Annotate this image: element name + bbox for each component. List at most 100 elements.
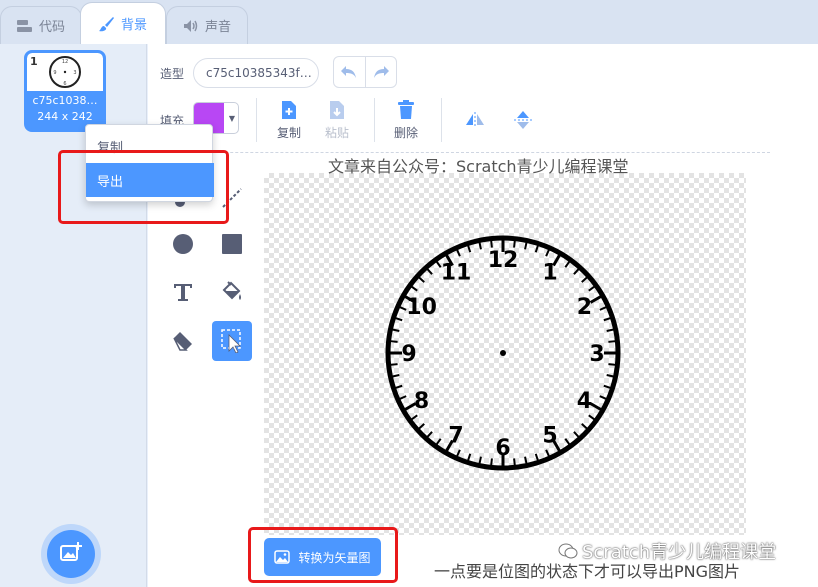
line-tool[interactable] <box>212 178 252 218</box>
brush-icon <box>98 16 115 31</box>
image-icon <box>274 550 291 564</box>
rectangle-tool[interactable] <box>212 224 252 264</box>
paint-canvas[interactable]: 12 1 2 3 4 5 6 7 8 9 10 11 <box>264 173 746 535</box>
undo-button[interactable] <box>334 57 366 87</box>
clock-number: 7 <box>448 423 463 448</box>
clock-number: 5 <box>542 423 557 448</box>
costume-name-input[interactable]: c75c10385343f… <box>193 58 319 88</box>
code-blocks-icon <box>16 19 33 33</box>
delete-button[interactable]: 删除 <box>382 100 430 141</box>
clock-tick <box>390 340 398 343</box>
flip-horizontal-icon <box>466 112 484 128</box>
brand-text: Scratch青少儿编程课堂 <box>582 542 777 563</box>
paint-bucket-icon <box>222 281 241 300</box>
clock-tick <box>608 363 616 366</box>
copy-icon <box>282 101 296 119</box>
paste-button[interactable]: 粘贴 <box>313 100 361 141</box>
svg-text:3: 3 <box>73 70 76 76</box>
clock-tick <box>456 249 461 257</box>
clock-tick <box>410 285 418 292</box>
copy-label: 复制 <box>276 126 301 140</box>
add-backdrop-icon <box>60 542 82 566</box>
context-menu-export[interactable]: 导出 <box>86 163 214 197</box>
backdrop-size: 244 x 242 <box>37 110 93 123</box>
clock-tick <box>392 374 400 378</box>
svg-text:12: 12 <box>62 59 68 65</box>
clock-tick <box>581 276 588 283</box>
clock-tick <box>490 240 493 248</box>
clock-tick <box>399 395 407 400</box>
flip-vertical-button[interactable] <box>503 100 543 140</box>
clock-tick <box>603 317 611 322</box>
context-menu-duplicate[interactable]: 复制 <box>86 129 214 163</box>
clock-drawing: 12 12 3 45 6 78 9 1011 <box>385 235 621 471</box>
clock-tick <box>581 423 588 430</box>
clock-tick <box>524 456 528 464</box>
redo-button[interactable] <box>366 57 397 87</box>
clock-tick <box>467 453 472 461</box>
backdrop-thumbnail: 12 3 6 9 <box>27 53 103 91</box>
copy-button[interactable]: 复制 <box>265 100 313 141</box>
clock-number: 11 <box>441 261 472 286</box>
clock-number: 8 <box>414 389 429 414</box>
clock-tick <box>418 423 425 430</box>
svg-text:9: 9 <box>53 70 56 76</box>
tab-code[interactable]: 代码 <box>0 6 82 44</box>
clock-number: 6 <box>495 436 510 461</box>
clock-tick <box>426 431 433 438</box>
clock-tick <box>573 268 580 275</box>
convert-to-vector-label: 转换为矢量图 <box>298 550 371 565</box>
clock-thumbnail-icon: 12 3 6 9 <box>49 56 81 88</box>
clock-tick <box>478 456 482 464</box>
clock-tick <box>564 438 571 446</box>
select-cursor-icon <box>221 329 241 353</box>
clock-tick <box>599 306 607 311</box>
clock-tick <box>606 328 614 332</box>
clock-tick <box>513 240 516 248</box>
tab-code-label: 代码 <box>38 20 65 35</box>
tab-sounds-label: 声音 <box>204 20 231 35</box>
rectangle-tool-icon <box>222 234 242 254</box>
paste-label: 粘贴 <box>324 126 349 140</box>
select-tool[interactable] <box>212 321 252 361</box>
clock-tick <box>478 242 482 250</box>
costume-name-label: 造型 <box>160 67 185 81</box>
redo-icon <box>373 66 389 78</box>
clock-tick <box>545 449 550 457</box>
clock-tick <box>395 317 403 322</box>
paste-icon <box>330 101 344 119</box>
add-backdrop-button[interactable] <box>47 530 95 578</box>
convert-to-vector-button[interactable]: 转换为矢量图 <box>264 538 381 576</box>
clock-tick <box>467 245 472 253</box>
clock-tick <box>573 431 580 438</box>
circle-tool[interactable] <box>163 224 203 264</box>
clock-tick <box>513 458 516 466</box>
clock-tick <box>435 438 442 446</box>
tab-sounds[interactable]: 声音 <box>166 6 248 44</box>
eraser-tool[interactable] <box>163 321 203 361</box>
tab-backdrops-label: 背景 <box>120 18 147 33</box>
clock-tick <box>588 414 596 421</box>
tab-backdrops[interactable]: 背景 <box>80 2 166 44</box>
clock-tick <box>534 453 539 461</box>
undo-redo-group <box>333 56 397 88</box>
clock-tick <box>395 384 403 389</box>
backdrop-name: c75c1038… <box>32 94 98 107</box>
backdrop-tile[interactable]: 12 3 6 9 1 c75c1038… 244 x 242 <box>24 50 106 132</box>
trash-icon <box>398 100 414 119</box>
text-tool-icon <box>174 284 192 301</box>
clock-tick <box>399 306 407 311</box>
watermark-text: 文章来自公众号：Scratch青少儿编程课堂 <box>328 157 629 176</box>
clock-tick <box>490 458 493 466</box>
text-tool[interactable] <box>163 272 203 312</box>
circle-tool-icon <box>173 234 193 254</box>
fill-tool[interactable] <box>212 272 252 312</box>
flip-horizontal-button[interactable] <box>455 100 495 140</box>
undo-icon <box>341 66 357 78</box>
svg-text:6: 6 <box>63 81 66 87</box>
clock-tick <box>603 384 611 389</box>
clock-tick <box>426 268 433 275</box>
brand-watermark: Scratch青少儿编程课堂 <box>558 538 776 564</box>
clock-tick <box>545 249 550 257</box>
clock-center-dot <box>500 350 506 356</box>
